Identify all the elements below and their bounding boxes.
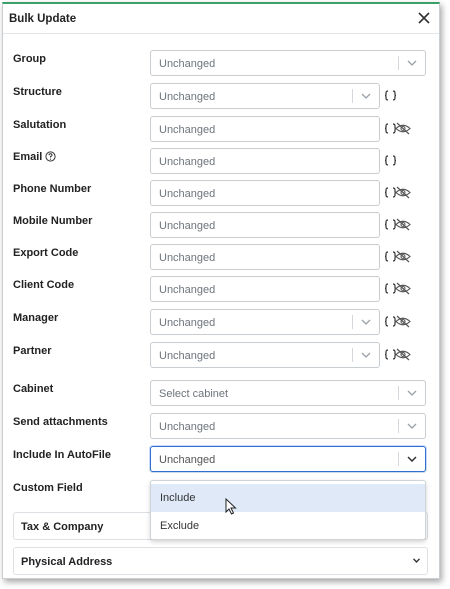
- salutation-label: Salutation: [13, 119, 67, 131]
- eye-slash-icon[interactable]: [395, 186, 411, 199]
- row-cabinet: Cabinet Select cabinet: [3, 380, 439, 406]
- row-email: Email Unchanged: [3, 148, 439, 174]
- eye-slash-icon[interactable]: [395, 282, 411, 295]
- option-include[interactable]: Include: [151, 484, 425, 512]
- row-partner: Partner Unchanged: [3, 342, 439, 368]
- chevron-down-icon: [361, 93, 371, 99]
- section-physical-address[interactable]: Physical Address: [13, 547, 428, 575]
- email-label: Email: [13, 151, 56, 163]
- chevron-down-icon: [413, 558, 420, 563]
- send-attachments-select[interactable]: Unchanged: [150, 413, 426, 439]
- chevron-down-icon: [407, 456, 417, 462]
- client-code-input[interactable]: Unchanged: [150, 276, 380, 302]
- row-salutation: Salutation Unchanged: [3, 116, 439, 142]
- option-exclude[interactable]: Exclude: [151, 512, 425, 540]
- curly-braces-icon[interactable]: [384, 155, 397, 166]
- mobile-number-input[interactable]: Unchanged: [150, 212, 380, 238]
- chevron-down-icon: [407, 60, 417, 66]
- manager-label: Manager: [13, 312, 59, 324]
- eye-slash-icon[interactable]: [395, 250, 411, 263]
- curly-braces-icon[interactable]: [384, 90, 397, 101]
- chevron-down-icon: [407, 390, 417, 396]
- row-mobile-number: Mobile Number Unchanged: [3, 212, 439, 238]
- send-attachments-label: Send attachments: [13, 416, 108, 428]
- dialog-header: Bulk Update: [3, 4, 439, 34]
- client-code-label: Client Code: [13, 279, 75, 291]
- structure-select[interactable]: Unchanged: [150, 83, 380, 109]
- eye-slash-icon[interactable]: [395, 218, 411, 231]
- cabinet-label: Cabinet: [13, 383, 54, 395]
- include-in-autofile-select[interactable]: Unchanged: [150, 446, 426, 472]
- partner-label: Partner: [13, 345, 52, 357]
- close-icon[interactable]: [416, 10, 432, 26]
- chevron-down-icon: [361, 352, 371, 358]
- eye-slash-icon[interactable]: [395, 348, 411, 361]
- eye-slash-icon[interactable]: [395, 122, 411, 135]
- row-phone-number: Phone Number Unchanged: [3, 180, 439, 206]
- bulk-update-dialog: Bulk Update Group Unchanged Structure Un…: [2, 2, 440, 579]
- export-code-input[interactable]: Unchanged: [150, 244, 380, 270]
- group-label: Group: [13, 53, 46, 65]
- chevron-down-icon: [361, 319, 371, 325]
- row-export-code: Export Code Unchanged: [3, 244, 439, 270]
- row-structure: Structure Unchanged: [3, 83, 439, 109]
- cabinet-select[interactable]: Select cabinet: [150, 380, 426, 406]
- chevron-down-icon: [407, 423, 417, 429]
- export-code-label: Export Code: [13, 247, 79, 259]
- row-include-in-autofile: Include In AutoFile Unchanged: [3, 446, 439, 472]
- manager-select[interactable]: Unchanged: [150, 309, 380, 335]
- partner-select[interactable]: Unchanged: [150, 342, 380, 368]
- structure-label: Structure: [13, 86, 62, 98]
- include-in-autofile-label: Include In AutoFile: [13, 449, 111, 461]
- group-select[interactable]: Unchanged: [150, 50, 426, 76]
- row-client-code: Client Code Unchanged: [3, 276, 439, 302]
- help-circle-icon[interactable]: [45, 151, 56, 162]
- dialog-title: Bulk Update: [9, 13, 77, 25]
- row-send-attachments: Send attachments Unchanged: [3, 413, 439, 439]
- phone-number-input[interactable]: Unchanged: [150, 180, 380, 206]
- custom-field-label: Custom Field: [13, 482, 83, 494]
- mouse-pointer-icon: [225, 498, 237, 515]
- phone-number-label: Phone Number: [13, 183, 92, 195]
- email-input[interactable]: Unchanged: [150, 148, 380, 174]
- row-group: Group Unchanged: [3, 50, 439, 76]
- salutation-input[interactable]: Unchanged: [150, 116, 380, 142]
- eye-slash-icon[interactable]: [395, 315, 411, 328]
- mobile-number-label: Mobile Number: [13, 215, 93, 227]
- row-manager: Manager Unchanged: [3, 309, 439, 335]
- autofile-dropdown-menu: Include Exclude: [150, 480, 426, 540]
